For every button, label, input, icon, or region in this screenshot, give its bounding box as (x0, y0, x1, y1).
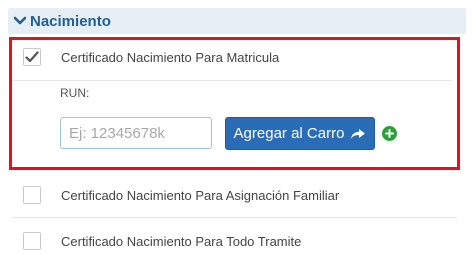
add-to-cart-label: Agregar al Carro (233, 125, 345, 142)
item-label: Certificado Nacimiento Para Matricula (61, 49, 280, 65)
list-item[interactable]: Certificado Nacimiento Para Todo Tramite (12, 231, 452, 251)
chevron-down-icon[interactable] (12, 13, 28, 29)
section-title: Nacimiento (30, 12, 111, 30)
share-arrow-icon (350, 128, 366, 140)
run-label: RUN: (60, 86, 90, 100)
checkbox-todo-tramite[interactable] (23, 232, 41, 250)
checkbox-matricula[interactable] (23, 48, 41, 66)
item-label: Certificado Nacimiento Para Todo Tramite (61, 233, 302, 249)
item-label: Certificado Nacimiento Para Asignación F… (61, 187, 340, 203)
divider (12, 80, 452, 81)
divider (12, 217, 457, 218)
checkmark-icon (25, 51, 39, 63)
checkbox-asignacion-familiar[interactable] (23, 186, 41, 204)
section-header-nacimiento[interactable]: Nacimiento (8, 8, 466, 34)
list-item[interactable]: Certificado Nacimiento Para Asignación F… (12, 185, 452, 205)
add-to-cart-button[interactable]: Agregar al Carro (225, 117, 375, 150)
list-item[interactable]: Certificado Nacimiento Para Matricula (12, 47, 452, 67)
run-input[interactable] (60, 117, 212, 149)
plus-circle-icon[interactable] (382, 126, 397, 141)
